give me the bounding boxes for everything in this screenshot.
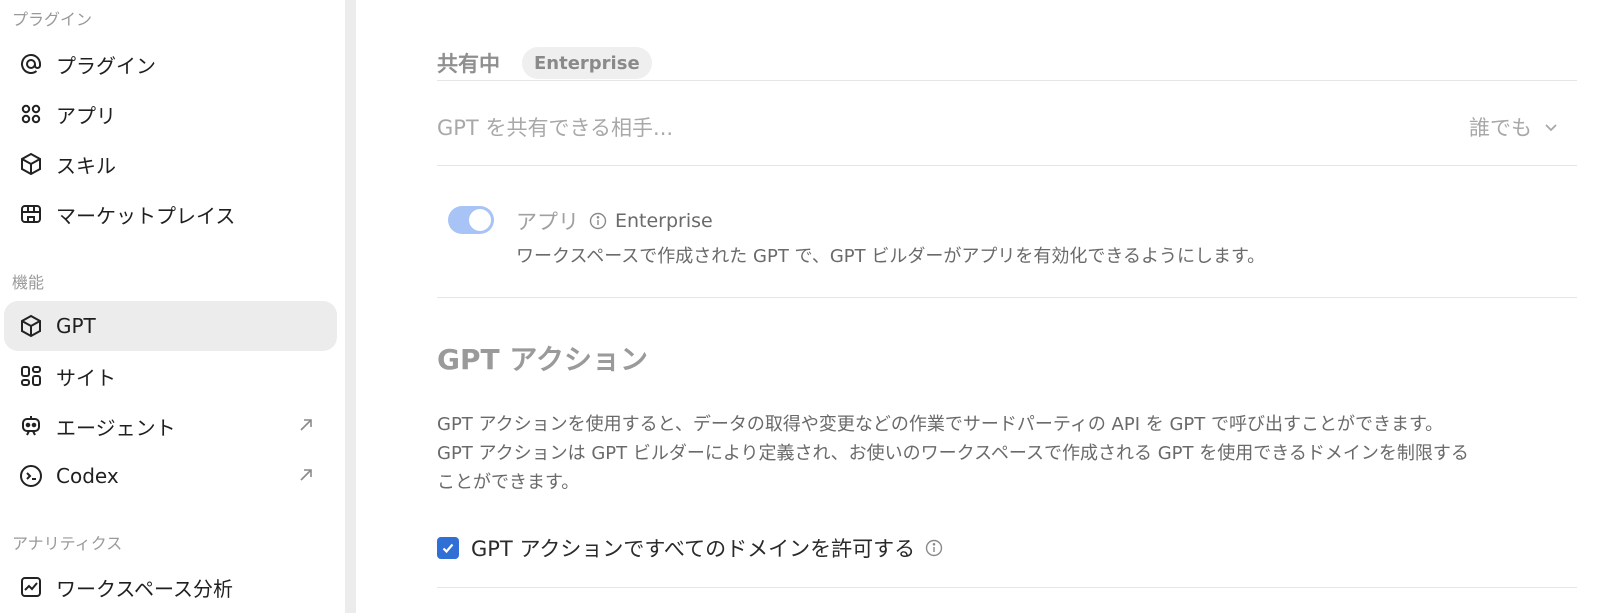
at-icon: [18, 51, 44, 77]
share-audience-value: 誰でも: [1469, 116, 1532, 140]
agent-robot-icon: [18, 413, 44, 439]
checkmark-icon: [442, 543, 454, 554]
section-label-analytics: アナリティクス: [12, 534, 123, 553]
external-link-icon: [300, 419, 312, 431]
sidebar-item-apps[interactable]: アプリ: [4, 89, 337, 139]
sidebar-item-skills[interactable]: スキル: [4, 139, 337, 189]
section-label-features: 機能: [12, 273, 45, 292]
gpt-actions-heading: GPT アクション: [437, 343, 648, 376]
sidebar-item-marketplace[interactable]: マーケットプレイス: [4, 189, 337, 239]
apps-icon: [18, 101, 44, 127]
chart-icon: [18, 574, 44, 600]
external-link-icon: [300, 469, 312, 481]
gpt-actions-description: GPT アクションを使用すると、データの取得や変更などの作業でサードパーティの …: [437, 410, 1577, 497]
info-icon[interactable]: [589, 212, 607, 230]
apps-toggle-label: アプリ: [516, 210, 579, 234]
sidebar-item-sites[interactable]: サイト: [4, 351, 337, 401]
allow-all-domains-checkbox[interactable]: [437, 537, 459, 559]
sidebar-item-label: GPT: [56, 314, 96, 338]
divider: [437, 165, 1577, 166]
site-grid-icon: [18, 363, 44, 389]
sidebar-item-label: アプリ: [56, 103, 116, 128]
sidebar-divider: [345, 0, 356, 613]
skill-cube-icon: [18, 151, 44, 177]
share-audience-label: GPT を共有できる相手...: [437, 116, 674, 140]
sidebar-item-label: スキル: [56, 153, 116, 178]
allow-all-domains-row: GPT アクションですべてのドメインを許可する: [437, 533, 943, 563]
divider: [437, 80, 1577, 81]
enterprise-badge: Enterprise: [522, 47, 652, 79]
allow-all-domains-label: GPT アクションですべてのドメインを許可する: [471, 537, 916, 561]
section-label-plugins: プラグイン: [12, 10, 93, 29]
divider: [437, 587, 1577, 588]
description-line: ことができます。: [437, 472, 580, 493]
apps-enterprise-label: Enterprise: [615, 210, 713, 232]
sidebar-item-label: エージェント: [56, 415, 176, 440]
cube-icon: [18, 313, 44, 339]
apps-toggle[interactable]: [448, 206, 494, 234]
share-audience-select[interactable]: 誰でも: [1469, 112, 1560, 142]
sidebar-item-label: ワークスペース分析: [56, 576, 233, 601]
sidebar-item-label: プラグイン: [56, 53, 156, 78]
main-content: [356, 0, 1600, 613]
sidebar-item-label: サイト: [56, 365, 116, 390]
sidebar-item-label: Codex: [56, 464, 119, 488]
sharing-title: 共有中: [437, 52, 500, 76]
description-line: GPT アクションは GPT ビルダーにより定義され、お使いのワークスペースで作…: [437, 443, 1469, 464]
sidebar: プラグイン プラグイン アプリ スキル マーケットプレイス 機能 GPT サイト…: [0, 0, 345, 613]
description-line: GPT アクションを使用すると、データの取得や変更などの作業でサードパーティの …: [437, 414, 1444, 435]
codex-icon: [18, 463, 44, 489]
toggle-knob: [469, 209, 491, 231]
sidebar-item-workspace-analytics[interactable]: ワークスペース分析: [4, 562, 337, 612]
sidebar-item-agents[interactable]: エージェント: [4, 401, 337, 451]
sidebar-item-plugins[interactable]: プラグイン: [4, 39, 337, 89]
apps-toggle-description: ワークスペースで作成された GPT で、GPT ビルダーがアプリを有効化できるよ…: [516, 246, 1266, 267]
sidebar-item-label: マーケットプレイス: [56, 203, 236, 228]
sidebar-item-gpt[interactable]: GPT: [4, 301, 337, 351]
chevron-down-icon: [1545, 124, 1557, 132]
sidebar-item-codex[interactable]: Codex: [4, 451, 337, 501]
divider: [437, 297, 1577, 298]
info-icon[interactable]: [925, 539, 943, 557]
store-icon: [18, 201, 44, 227]
apps-toggle-label-row: アプリ Enterprise: [516, 206, 713, 236]
